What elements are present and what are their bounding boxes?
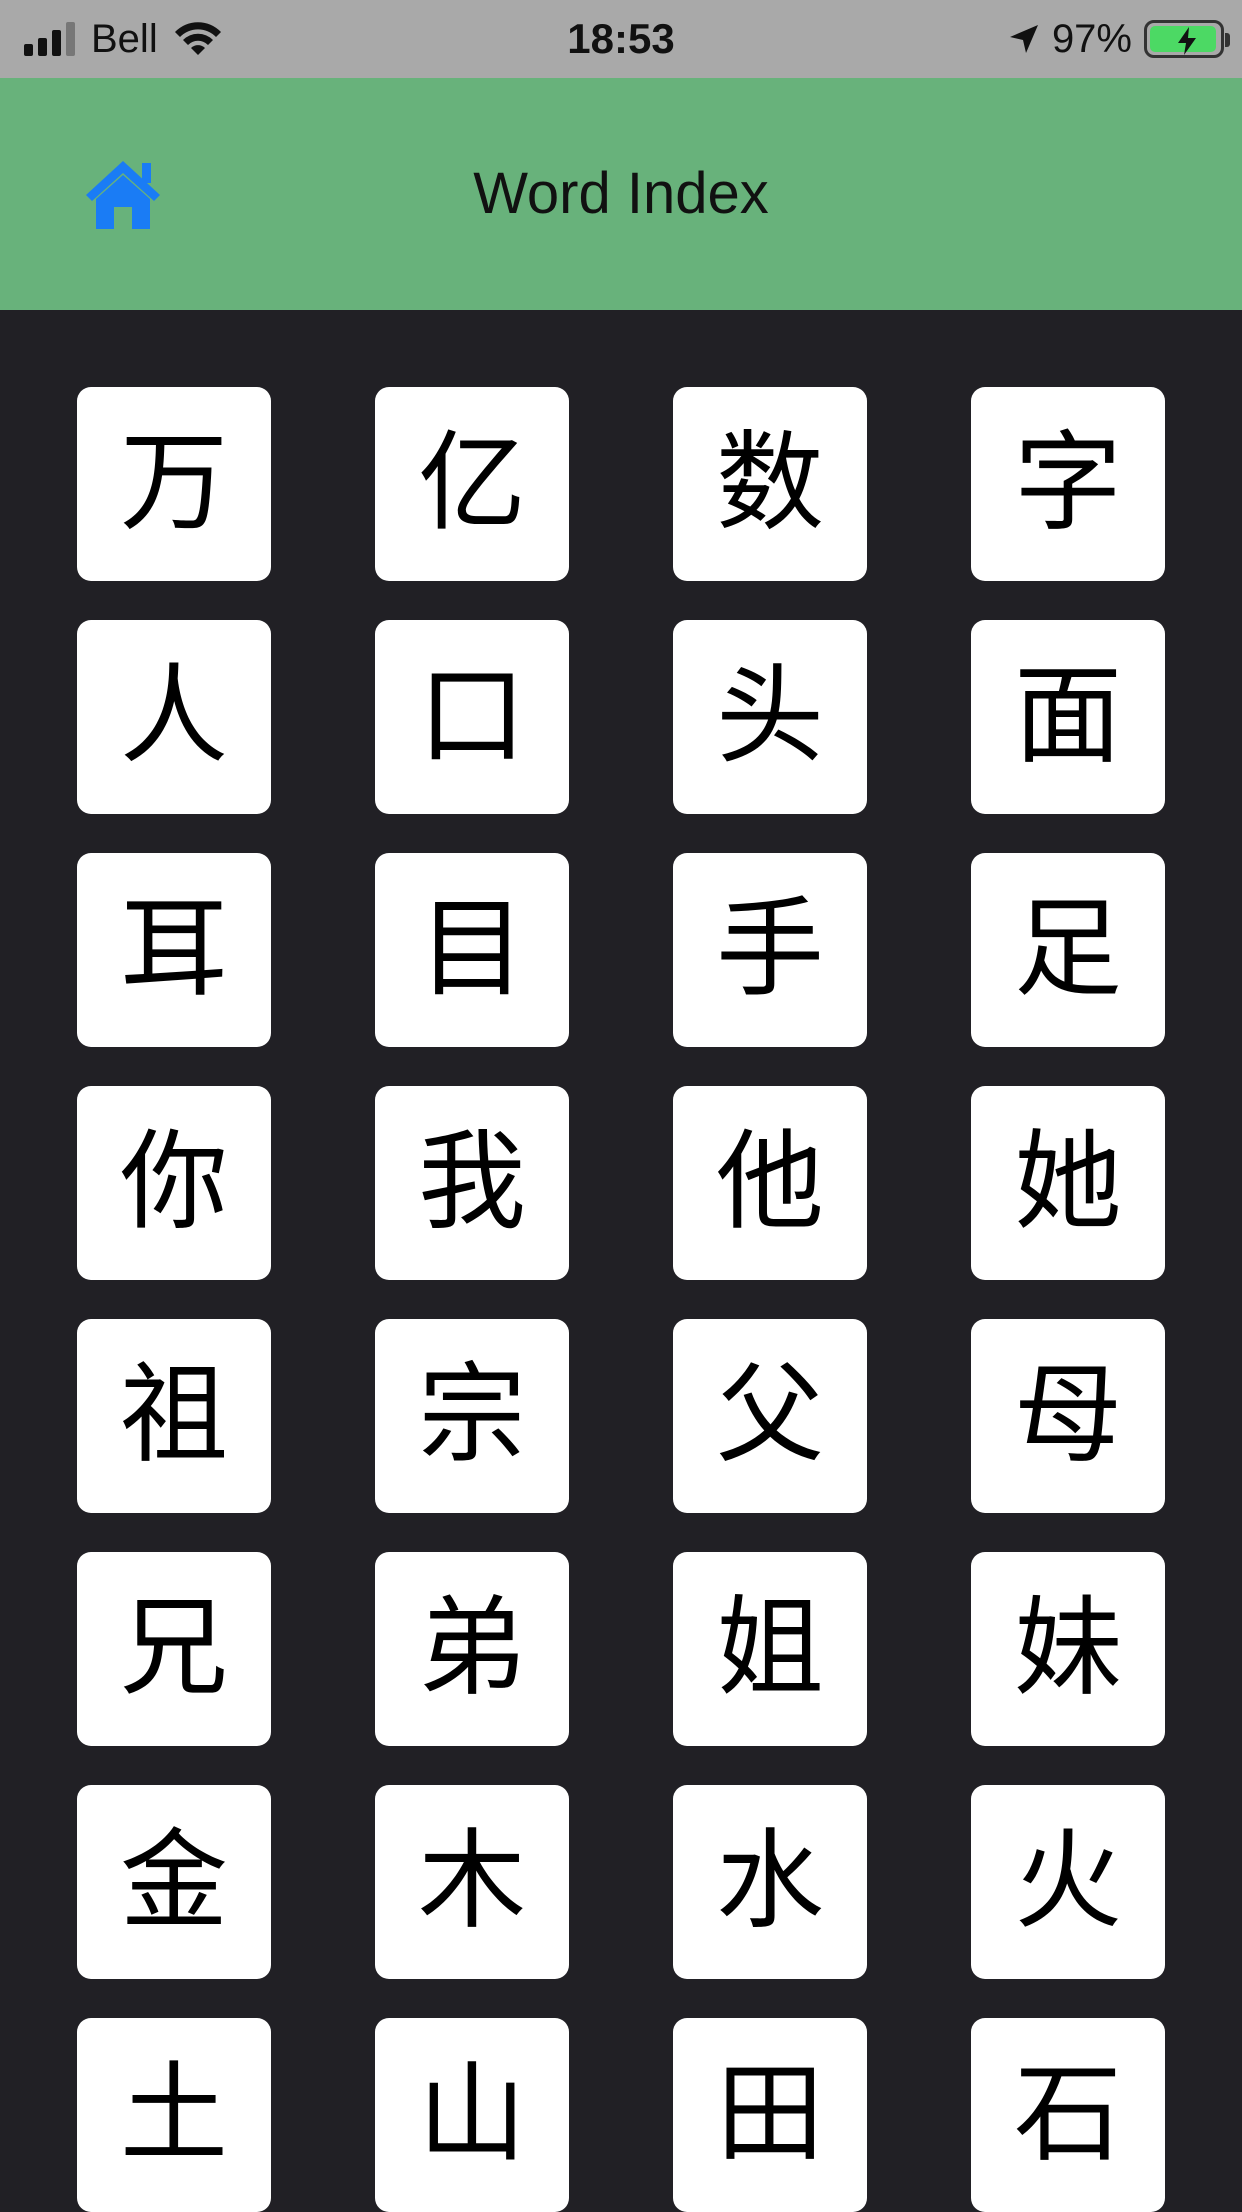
character-tile[interactable]: 母 bbox=[971, 1319, 1165, 1513]
character-label: 田 bbox=[715, 2052, 824, 2177]
character-label: 兄 bbox=[119, 1586, 228, 1711]
character-tile[interactable]: 亿 bbox=[375, 387, 569, 581]
character-label: 他 bbox=[715, 1120, 824, 1245]
character-tile[interactable]: 金 bbox=[77, 1785, 271, 1979]
page-title: Word Index bbox=[473, 161, 769, 226]
character-tile[interactable]: 宗 bbox=[375, 1319, 569, 1513]
character-label: 你 bbox=[119, 1120, 228, 1245]
character-label: 头 bbox=[715, 654, 824, 779]
status-right: 97% bbox=[1008, 0, 1230, 78]
character-tile[interactable]: 妹 bbox=[971, 1552, 1165, 1746]
character-label: 面 bbox=[1013, 654, 1122, 779]
character-label: 妹 bbox=[1013, 1586, 1122, 1711]
battery-fill bbox=[1150, 26, 1216, 55]
character-tile[interactable]: 水 bbox=[673, 1785, 867, 1979]
character-label: 母 bbox=[1013, 1353, 1122, 1478]
character-tile[interactable]: 万 bbox=[77, 387, 271, 581]
character-grid: 万 亿 数 字人 口 头 面耳 目 手 足你 我 他 她祖 宗 父 母兄 弟 姐 妹金 木 水 火土 山 田 石 bbox=[77, 387, 1165, 2212]
character-tile[interactable]: 字 bbox=[971, 387, 1165, 581]
character-label: 她 bbox=[1013, 1120, 1122, 1245]
character-tile[interactable]: 父 bbox=[673, 1319, 867, 1513]
character-label: 石 bbox=[1013, 2052, 1122, 2177]
character-tile[interactable]: 数 bbox=[673, 387, 867, 581]
character-label: 木 bbox=[417, 1819, 526, 1944]
character-label: 土 bbox=[119, 2052, 228, 2177]
wifi-icon bbox=[174, 22, 221, 55]
character-tile[interactable]: 人 bbox=[77, 620, 271, 814]
character-tile[interactable]: 姐 bbox=[673, 1552, 867, 1746]
charging-bolt-icon bbox=[1178, 27, 1196, 55]
status-left: Bell bbox=[24, 0, 222, 78]
character-label: 父 bbox=[715, 1353, 824, 1478]
character-label: 姐 bbox=[715, 1586, 824, 1711]
character-tile[interactable]: 头 bbox=[673, 620, 867, 814]
character-tile[interactable]: 木 bbox=[375, 1785, 569, 1979]
character-tile[interactable]: 她 bbox=[971, 1086, 1165, 1280]
character-tile[interactable]: 面 bbox=[971, 620, 1165, 814]
character-label: 手 bbox=[715, 887, 824, 1012]
character-tile[interactable]: 你 bbox=[77, 1086, 271, 1280]
character-tile[interactable]: 祖 bbox=[77, 1319, 271, 1513]
battery-icon bbox=[1144, 20, 1230, 58]
character-tile[interactable]: 田 bbox=[673, 2018, 867, 2212]
character-label: 宗 bbox=[417, 1353, 526, 1478]
character-label: 人 bbox=[119, 654, 228, 779]
location-icon bbox=[1009, 25, 1038, 53]
battery-percent: 97% bbox=[1051, 16, 1132, 61]
character-label: 耳 bbox=[119, 887, 228, 1012]
character-tile[interactable]: 山 bbox=[375, 2018, 569, 2212]
character-tile[interactable]: 我 bbox=[375, 1086, 569, 1280]
character-label: 亿 bbox=[417, 421, 526, 546]
character-label: 山 bbox=[417, 2052, 526, 2177]
character-label: 万 bbox=[119, 421, 228, 546]
character-tile[interactable]: 他 bbox=[673, 1086, 867, 1280]
character-label: 祖 bbox=[119, 1353, 228, 1478]
character-label: 口 bbox=[417, 654, 526, 779]
character-label: 金 bbox=[119, 1819, 228, 1944]
character-label: 弟 bbox=[417, 1586, 526, 1711]
character-tile[interactable]: 土 bbox=[77, 2018, 271, 2212]
character-tile[interactable]: 石 bbox=[971, 2018, 1165, 2212]
status-bar: Bell 18:53 97% bbox=[0, 0, 1242, 78]
character-label: 火 bbox=[1013, 1819, 1122, 1944]
signal-icon bbox=[24, 22, 75, 56]
carrier-name: Bell bbox=[91, 16, 158, 61]
character-tile[interactable]: 手 bbox=[673, 853, 867, 1047]
character-label: 目 bbox=[417, 887, 526, 1012]
home-button[interactable] bbox=[84, 156, 162, 232]
character-label: 我 bbox=[417, 1120, 526, 1245]
character-tile[interactable]: 口 bbox=[375, 620, 569, 814]
app-header: Word Index bbox=[0, 78, 1242, 310]
character-label: 字 bbox=[1013, 421, 1122, 546]
home-icon bbox=[86, 161, 160, 229]
character-label: 数 bbox=[715, 421, 824, 546]
character-tile[interactable]: 弟 bbox=[375, 1552, 569, 1746]
character-label: 足 bbox=[1013, 887, 1122, 1012]
character-tile[interactable]: 火 bbox=[971, 1785, 1165, 1979]
character-tile[interactable]: 兄 bbox=[77, 1552, 271, 1746]
character-tile[interactable]: 目 bbox=[375, 853, 569, 1047]
character-tile[interactable]: 足 bbox=[971, 853, 1165, 1047]
character-label: 水 bbox=[715, 1819, 824, 1944]
character-tile[interactable]: 耳 bbox=[77, 853, 271, 1047]
